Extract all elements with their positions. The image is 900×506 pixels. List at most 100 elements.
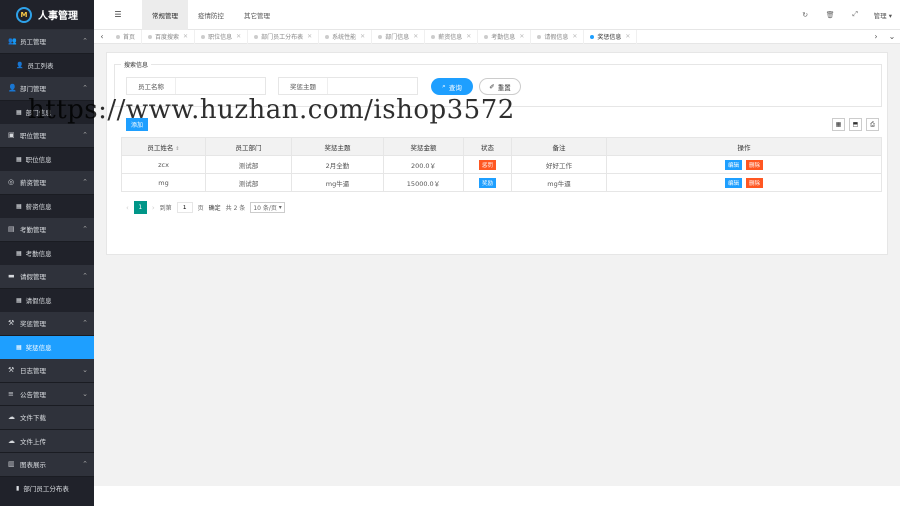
goto-page-input[interactable]: [176, 202, 193, 213]
sidebar-label: 文件下载: [20, 414, 46, 423]
calendar-icon: ▤: [8, 225, 15, 234]
close-icon[interactable]: ✕: [519, 33, 524, 40]
coin-icon: ◎: [8, 178, 15, 187]
col-header-name[interactable]: 员工姓名 ⇕: [121, 137, 206, 156]
edit-button[interactable]: 编辑: [724, 177, 742, 188]
chart-icon: ▥: [8, 460, 15, 469]
sidebar-group-16[interactable]: ☁ 文件下载: [0, 406, 94, 430]
user-icon: 👤: [8, 84, 17, 93]
close-icon[interactable]: ✕: [572, 33, 577, 40]
sidebar-label: 员工管理: [20, 38, 46, 47]
export-icon[interactable]: ⬒: [849, 118, 862, 131]
sidebar-item-9[interactable]: ▦ 考勤信息: [0, 241, 94, 265]
sidebar-group-8[interactable]: ▤ 考勤管理 ⌃: [0, 218, 94, 242]
page-tab-1[interactable]: 百度搜索 ✕: [142, 29, 196, 44]
sidebar-group-0[interactable]: 👥 员工管理 ⌃: [0, 30, 94, 54]
delete-button[interactable]: 删除: [746, 159, 764, 170]
page-tab-9[interactable]: 奖惩信息 ✕: [584, 29, 638, 44]
trash-icon[interactable]: 🗑: [818, 11, 843, 19]
prev-page-icon[interactable]: ‹: [126, 204, 129, 212]
sidebar-group-2[interactable]: 👤 部门管理 ⌃: [0, 77, 94, 101]
page-tab-4[interactable]: 系统性能 ✕: [319, 29, 373, 44]
top-tab-epidemic[interactable]: 疫情防控: [188, 0, 234, 30]
next-page-icon[interactable]: ›: [152, 204, 155, 212]
fullscreen-icon[interactable]: ⤢: [843, 10, 868, 19]
logo[interactable]: M 人事管理: [0, 0, 94, 30]
close-icon[interactable]: ✕: [360, 33, 365, 40]
sidebar-label: 考勤信息: [25, 250, 52, 259]
sidebar-group-10[interactable]: ▬ 请假管理 ⌃: [0, 265, 94, 289]
table-row[interactable]: zcx 测试部 2月全勤 200.0￥ 惩罚 好好工作 编辑 删除: [121, 155, 882, 174]
sidebar-group-18[interactable]: ▥ 图表展示 ⌃: [0, 453, 94, 477]
search-button[interactable]: ⌕ 查询: [431, 78, 473, 95]
page-size-select[interactable]: 10 条/页 ▾: [250, 202, 285, 213]
sidebar-label: 员工列表: [27, 62, 54, 71]
user-icon: 👤: [16, 61, 24, 69]
page-tab-0[interactable]: 首页: [110, 29, 143, 44]
broom-icon: ✐: [489, 82, 495, 91]
page-tab-5[interactable]: 部门信息 ✕: [372, 29, 426, 44]
user-group-icon: 👥: [8, 37, 17, 46]
sidebar-item-19[interactable]: ▮ 部门员工分布表: [0, 476, 94, 500]
delete-button[interactable]: 删除: [746, 177, 764, 188]
close-icon[interactable]: ✕: [183, 33, 188, 40]
reset-button[interactable]: ✐ 重置: [479, 78, 521, 95]
page-tab-6[interactable]: 薪资信息 ✕: [425, 29, 479, 44]
page-tab-3[interactable]: 部门员工分布表 ✕: [248, 29, 320, 44]
sort-icon[interactable]: ⇕: [175, 146, 179, 152]
sidebar-label: 文件上传: [20, 437, 46, 446]
tabs-left-arrow-icon[interactable]: ‹: [94, 32, 110, 41]
tabs-dropdown-icon[interactable]: ⌄: [884, 32, 900, 41]
sidebar-group-17[interactable]: ☁ 文件上传: [0, 429, 94, 453]
sidebar-item-13[interactable]: ▦ 奖惩信息: [0, 335, 94, 359]
topic-input[interactable]: [327, 78, 417, 94]
close-icon[interactable]: ✕: [236, 33, 241, 40]
page-tab-label: 部门员工分布表: [261, 34, 304, 41]
col-header-note: 备注: [511, 137, 607, 156]
page-tab-7[interactable]: 考勤信息 ✕: [478, 29, 532, 44]
tabs-right-arrow-icon[interactable]: ›: [868, 32, 884, 41]
page-tab-2[interactable]: 职位信息 ✕: [195, 29, 249, 44]
table-row[interactable]: mg 测试部 mg牛逼 15000.0￥ 奖励 mg牛逼 编辑 删除: [121, 173, 882, 192]
page-tab-label: 考勤信息: [491, 34, 516, 41]
user-menu[interactable]: 管理 ▾: [868, 10, 900, 20]
page-tab-8[interactable]: 请假信息 ✕: [531, 29, 585, 44]
add-button[interactable]: 添加: [126, 118, 148, 131]
employee-name-label: 员工名称: [138, 83, 164, 91]
top-tab-routine[interactable]: 常规管理: [142, 0, 188, 30]
cloud-icon: ☁: [8, 413, 15, 422]
sidebar-item-5[interactable]: ▦ 职位信息: [0, 147, 94, 171]
sidebar-group-12[interactable]: ⚒ 奖惩管理 ⌃: [0, 312, 94, 336]
edit-button[interactable]: 编辑: [724, 159, 742, 170]
sidebar-group-4[interactable]: ▣ 职位管理 ⌃: [0, 124, 94, 148]
close-icon[interactable]: ✕: [466, 33, 471, 40]
top-header: ☰ 常规管理 疫情防控 其它管理 ↻ 🗑 ⤢ 管理 ▾: [94, 0, 900, 30]
sidebar-item-3[interactable]: ▦ 部门信息: [0, 100, 94, 124]
print-icon[interactable]: ⎙: [866, 118, 879, 131]
goto-confirm-button[interactable]: 确定: [209, 203, 221, 212]
close-icon[interactable]: ✕: [625, 33, 630, 40]
columns-filter-icon[interactable]: ▦: [832, 118, 845, 131]
refresh-icon[interactable]: ↻: [793, 11, 818, 19]
sidebar-label: 部门员工分布表: [23, 485, 69, 494]
top-tab-other[interactable]: 其它管理: [234, 0, 280, 30]
sidebar-group-15[interactable]: ≡ 公告管理 ⌄: [0, 382, 94, 406]
close-icon[interactable]: ✕: [307, 33, 312, 40]
sidebar-group-14[interactable]: ⚒ 日志管理 ⌄: [0, 359, 94, 383]
sidebar-label: 职位信息: [25, 156, 52, 165]
col-header-topic: 奖惩主题: [291, 137, 384, 156]
menu-toggle-icon[interactable]: ☰: [94, 10, 142, 19]
employee-name-input[interactable]: [175, 78, 265, 94]
close-icon[interactable]: ✕: [413, 33, 418, 40]
main-content: 搜索信息 员工名称 奖惩主题 ⌕ 查询 ✐ 重置 添加 ▦ ⬒ ⎙ 员工姓名 ⇕…: [94, 44, 900, 486]
sidebar-item-7[interactable]: ▦ 薪资信息: [0, 194, 94, 218]
sidebar-item-11[interactable]: ▦ 请假信息: [0, 288, 94, 312]
cell-note: 好好工作: [511, 155, 607, 174]
table-icon: ▦: [16, 296, 22, 304]
tab-dot-icon: [537, 34, 542, 39]
tab-dot-icon: [148, 34, 153, 39]
current-page[interactable]: 1: [133, 201, 147, 214]
sidebar-item-1[interactable]: 👤 员工列表: [0, 53, 94, 77]
cell-dept: 测试部: [205, 155, 292, 174]
sidebar-group-6[interactable]: ◎ 薪资管理 ⌃: [0, 171, 94, 195]
